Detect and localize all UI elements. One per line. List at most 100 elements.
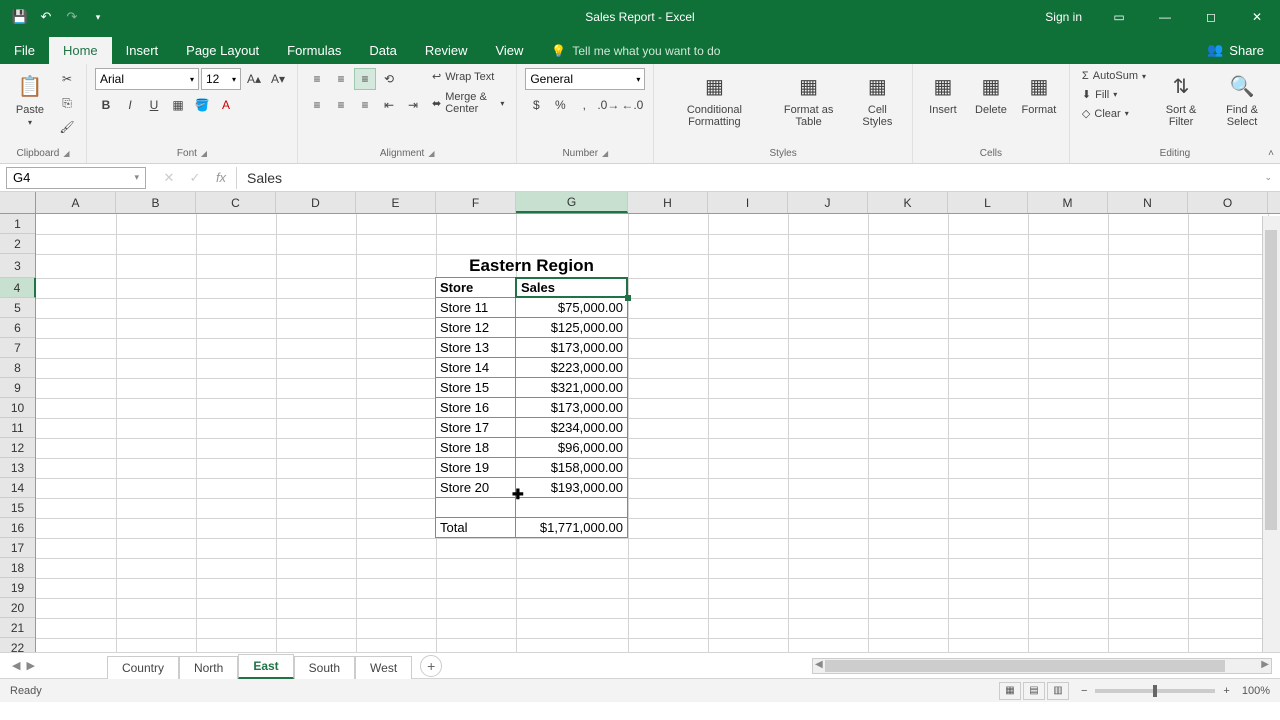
share-button[interactable]: 👥Share [1191, 36, 1280, 64]
page-break-view-button[interactable]: ▥ [1047, 682, 1069, 700]
decrease-decimal-button[interactable]: ←.0 [621, 94, 643, 116]
row-header-11[interactable]: 11 [0, 418, 35, 438]
accounting-format-button[interactable]: $ [525, 94, 547, 116]
column-header-H[interactable]: H [628, 192, 708, 213]
conditional-formatting-button[interactable]: ▦Conditional Formatting [662, 68, 766, 130]
column-header-G[interactable]: G [516, 192, 628, 213]
increase-indent-button[interactable]: ⇥ [402, 94, 424, 116]
cell-store[interactable]: Store 16 [435, 397, 516, 418]
cell-sales[interactable]: $96,000.00 [515, 437, 628, 458]
align-top-button[interactable]: ≡ [306, 68, 328, 90]
vertical-scrollbar[interactable] [1262, 216, 1280, 674]
row-header-16[interactable]: 16 [0, 518, 35, 538]
region-title[interactable]: Eastern Region [435, 253, 628, 278]
column-header-J[interactable]: J [788, 192, 868, 213]
font-name-combo[interactable]: Arial▾ [95, 68, 199, 90]
tab-file[interactable]: File [0, 37, 49, 64]
row-header-19[interactable]: 19 [0, 578, 35, 598]
cell-sales[interactable]: $234,000.00 [515, 417, 628, 438]
row-header-4[interactable]: 4 [0, 278, 36, 298]
vertical-scrollbar-thumb[interactable] [1265, 230, 1277, 530]
fill-button[interactable]: ⬇Fill▾ [1078, 86, 1150, 103]
zoom-level[interactable]: 100% [1242, 685, 1270, 697]
enter-formula-icon[interactable]: ✓ [186, 170, 204, 186]
row-header-12[interactable]: 12 [0, 438, 35, 458]
tell-me-search[interactable]: 💡Tell me what you want to do [537, 38, 734, 64]
find-select-button[interactable]: 🔍Find & Select [1212, 68, 1272, 130]
row-header-10[interactable]: 10 [0, 398, 35, 418]
orientation-button[interactable]: ⟲ [378, 68, 400, 90]
tab-data[interactable]: Data [355, 37, 410, 64]
cell-empty[interactable] [515, 497, 628, 518]
tab-review[interactable]: Review [411, 37, 482, 64]
tab-insert[interactable]: Insert [112, 37, 173, 64]
sort-filter-button[interactable]: ⇅Sort & Filter [1154, 68, 1208, 130]
fill-color-button[interactable]: 🪣 [191, 94, 213, 116]
cell-store[interactable]: Store 18 [435, 437, 516, 458]
tab-view[interactable]: View [481, 37, 537, 64]
zoom-in-button[interactable]: + [1223, 685, 1229, 697]
ribbon-display-options-icon[interactable]: ▭ [1096, 0, 1142, 34]
cell-store[interactable]: Store 13 [435, 337, 516, 358]
zoom-slider-thumb[interactable] [1153, 685, 1157, 697]
row-header-13[interactable]: 13 [0, 458, 35, 478]
sign-in-link[interactable]: Sign in [1031, 10, 1096, 24]
column-header-I[interactable]: I [708, 192, 788, 213]
cell-store[interactable]: Store 17 [435, 417, 516, 438]
sheet-tab-country[interactable]: Country [107, 656, 179, 679]
cell-sales[interactable]: $173,000.00 [515, 337, 628, 358]
header-sales[interactable]: Sales [515, 277, 628, 298]
decrease-font-button[interactable]: A▾ [267, 68, 289, 90]
comma-format-button[interactable]: , [573, 94, 595, 116]
cancel-formula-icon[interactable]: ✕ [160, 170, 178, 186]
cell-empty[interactable] [435, 497, 516, 518]
column-header-E[interactable]: E [356, 192, 436, 213]
row-header-7[interactable]: 7 [0, 338, 35, 358]
copy-button[interactable]: ⎘ [56, 92, 78, 114]
qat-customize-icon[interactable]: ▾ [90, 9, 106, 25]
row-header-15[interactable]: 15 [0, 498, 35, 518]
sheet-nav-prev-icon[interactable]: ◀ [12, 659, 20, 672]
row-header-17[interactable]: 17 [0, 538, 35, 558]
minimize-button[interactable]: — [1142, 0, 1188, 34]
header-store[interactable]: Store [435, 277, 516, 298]
cell-total-value[interactable]: $1,771,000.00 [515, 517, 628, 538]
column-header-F[interactable]: F [436, 192, 516, 213]
format-painter-button[interactable]: 🖌 [56, 116, 78, 138]
scroll-right-icon[interactable]: ▶ [1261, 659, 1269, 670]
increase-font-button[interactable]: A▴ [243, 68, 265, 90]
clear-button[interactable]: ◇Clear▾ [1078, 105, 1150, 122]
maximize-button[interactable]: ◻ [1188, 0, 1234, 34]
delete-cells-button[interactable]: ▦Delete [969, 68, 1013, 118]
page-layout-view-button[interactable]: ▤ [1023, 682, 1045, 700]
row-header-6[interactable]: 6 [0, 318, 35, 338]
zoom-out-button[interactable]: − [1081, 685, 1087, 697]
tab-home[interactable]: Home [49, 37, 112, 64]
autosum-button[interactable]: ΣAutoSum▾ [1078, 68, 1150, 84]
row-header-9[interactable]: 9 [0, 378, 35, 398]
column-header-O[interactable]: O [1188, 192, 1268, 213]
cell-store[interactable]: Store 14 [435, 357, 516, 378]
number-launcher[interactable]: ◢ [602, 149, 608, 158]
cell-sales[interactable]: $193,000.00 [515, 477, 628, 498]
row-header-22[interactable]: 22 [0, 638, 35, 652]
cell-sales[interactable]: $321,000.00 [515, 377, 628, 398]
redo-icon[interactable]: ↷ [64, 9, 80, 25]
percent-format-button[interactable]: % [549, 94, 571, 116]
underline-button[interactable]: U [143, 94, 165, 116]
wrap-text-button[interactable]: ↩Wrap Text [428, 68, 508, 85]
sheet-tab-east[interactable]: East [238, 654, 293, 679]
select-all-corner[interactable] [0, 192, 36, 213]
cell-store[interactable]: Store 19 [435, 457, 516, 478]
number-format-combo[interactable]: General▾ [525, 68, 645, 90]
selection-fill-handle[interactable] [625, 295, 631, 301]
bold-button[interactable]: B [95, 94, 117, 116]
font-color-button[interactable]: A [215, 94, 237, 116]
zoom-slider[interactable] [1095, 689, 1215, 693]
close-button[interactable]: ✕ [1234, 0, 1280, 34]
font-size-combo[interactable]: 12▾ [201, 68, 241, 90]
name-box[interactable]: G4▾ [6, 167, 146, 189]
format-as-table-button[interactable]: ▦Format as Table [770, 68, 846, 130]
collapse-ribbon-icon[interactable]: ˄ [1268, 148, 1274, 159]
align-center-button[interactable]: ≡ [330, 94, 352, 116]
